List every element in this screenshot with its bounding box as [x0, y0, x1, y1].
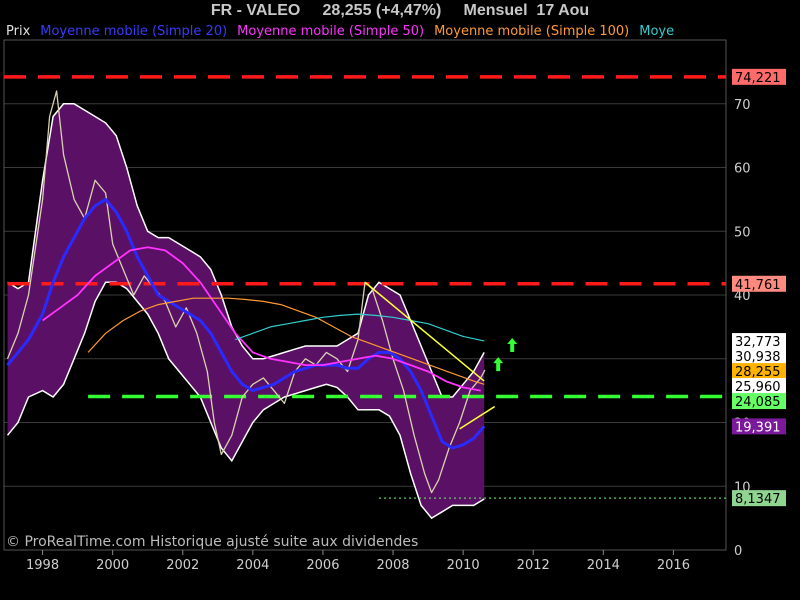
- x-tick-label: 2012: [517, 558, 550, 573]
- price-tag: 41,761: [732, 275, 786, 293]
- price-tag: 30,938: [732, 348, 786, 365]
- price-tag: 8,1347: [732, 490, 786, 507]
- price-tag: 74,221: [732, 68, 786, 86]
- price-tag: 25,960: [732, 378, 786, 395]
- price-tag-label: 25,960: [735, 380, 781, 395]
- price-chart: 0102030405060701998200020022004200620082…: [3, 39, 786, 573]
- bollinger-band: [7, 103, 485, 519]
- x-tick-label: 2006: [306, 558, 339, 573]
- price-tag: 24,085: [732, 393, 786, 410]
- price-tag: 32,773: [732, 333, 786, 350]
- price-tag-label: 41,761: [735, 278, 781, 293]
- y-tick-label: 50: [734, 225, 751, 240]
- up-arrow-icon: [507, 338, 518, 352]
- price-tag: 19,391: [732, 418, 786, 435]
- price-tag: 28,255: [732, 363, 786, 380]
- x-tick-label: 2016: [657, 558, 690, 573]
- x-tick-label: 2002: [166, 558, 199, 573]
- y-tick-label: 0: [734, 544, 742, 559]
- price-tag-label: 28,255: [735, 365, 781, 380]
- price-tag-label: 8,1347: [735, 492, 781, 507]
- y-tick-label: 60: [734, 162, 751, 177]
- x-tick-label: 2014: [587, 558, 620, 573]
- price-tag-label: 74,221: [735, 71, 781, 86]
- x-tick-label: 1998: [26, 558, 59, 573]
- x-tick-label: 2004: [236, 558, 269, 573]
- price-tag-label: 32,773: [735, 335, 781, 350]
- x-tick-label: 2008: [376, 558, 409, 573]
- y-tick-label: 70: [734, 98, 751, 113]
- price-tag-label: 19,391: [735, 420, 781, 435]
- price-tag-label: 30,938: [735, 350, 781, 365]
- x-tick-label: 2010: [447, 558, 480, 573]
- price-tag-label: 24,085: [735, 395, 781, 410]
- x-tick-label: 2000: [96, 558, 129, 573]
